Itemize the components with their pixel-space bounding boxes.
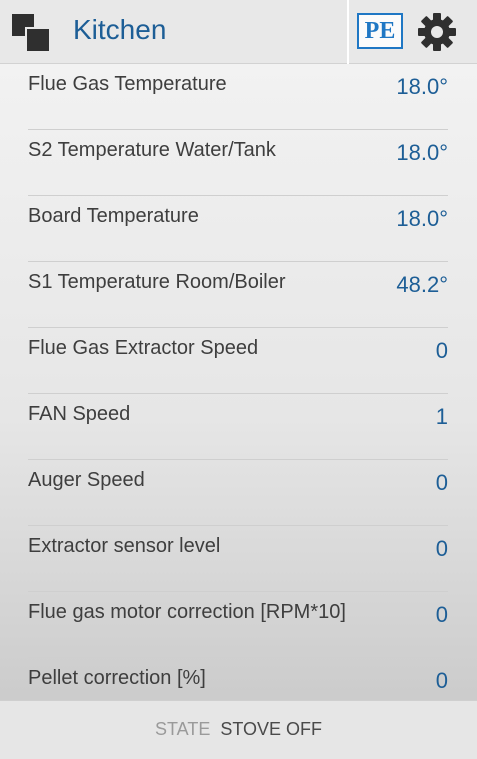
reading-value: 0 bbox=[435, 470, 448, 495]
reading-value: 1 bbox=[435, 404, 448, 429]
status-bar: STATE STOVE OFF bbox=[0, 700, 477, 759]
state-value: STOVE OFF bbox=[220, 719, 323, 739]
list-item[interactable]: Board Temperature 18.0° bbox=[28, 196, 448, 262]
state-display: STATE STOVE OFF bbox=[0, 718, 477, 740]
list-item[interactable]: Flue Gas Extractor Speed 0 bbox=[28, 328, 448, 394]
list-item[interactable]: Extractor sensor level 0 bbox=[28, 526, 448, 592]
reading-value: 48.2° bbox=[396, 272, 448, 297]
list-item[interactable]: Flue Gas Temperature 18.0° bbox=[28, 64, 448, 130]
reading-value: 0 bbox=[435, 338, 448, 363]
reading-label: Auger Speed bbox=[28, 469, 145, 491]
reading-value: 18.0° bbox=[396, 206, 448, 231]
reading-label: Board Temperature bbox=[28, 205, 199, 227]
app-header: Kitchen PE bbox=[0, 0, 477, 64]
reading-value: 18.0° bbox=[396, 74, 448, 99]
reading-label: Flue Gas Temperature bbox=[28, 73, 227, 95]
pe-logo[interactable]: PE bbox=[357, 13, 403, 49]
reading-value: 18.0° bbox=[396, 140, 448, 165]
reading-label: S2 Temperature Water/Tank bbox=[28, 139, 276, 161]
header-divider bbox=[347, 0, 349, 64]
reading-value: 0 bbox=[435, 536, 448, 561]
app-screen: Kitchen PE Flue Gas Temperature 18.0° S2… bbox=[0, 0, 477, 759]
reading-label: Flue Gas Extractor Speed bbox=[28, 337, 259, 359]
list-item[interactable]: Flue gas motor correction [RPM*10] 0 bbox=[28, 592, 448, 658]
reading-label: Pellet correction [%] bbox=[28, 667, 206, 689]
gear-icon[interactable] bbox=[418, 13, 456, 51]
list-item[interactable]: FAN Speed 1 bbox=[28, 394, 448, 460]
reading-value: 0 bbox=[435, 602, 448, 627]
reading-label: S1 Temperature Room/Boiler bbox=[28, 271, 286, 293]
reading-value: 0 bbox=[435, 668, 448, 693]
reading-label: Flue gas motor correction [RPM*10] bbox=[28, 601, 346, 623]
reading-label: FAN Speed bbox=[28, 403, 131, 425]
page-title: Kitchen bbox=[73, 14, 167, 45]
readings-list: Flue Gas Temperature 18.0° S2 Temperatur… bbox=[28, 64, 448, 723]
state-label: STATE bbox=[154, 719, 211, 739]
list-item[interactable]: S1 Temperature Room/Boiler 48.2° bbox=[28, 262, 448, 328]
list-item[interactable]: Auger Speed 0 bbox=[28, 460, 448, 526]
windows-icon[interactable] bbox=[12, 14, 50, 52]
list-item[interactable]: S2 Temperature Water/Tank 18.0° bbox=[28, 130, 448, 196]
reading-label: Extractor sensor level bbox=[28, 535, 221, 557]
